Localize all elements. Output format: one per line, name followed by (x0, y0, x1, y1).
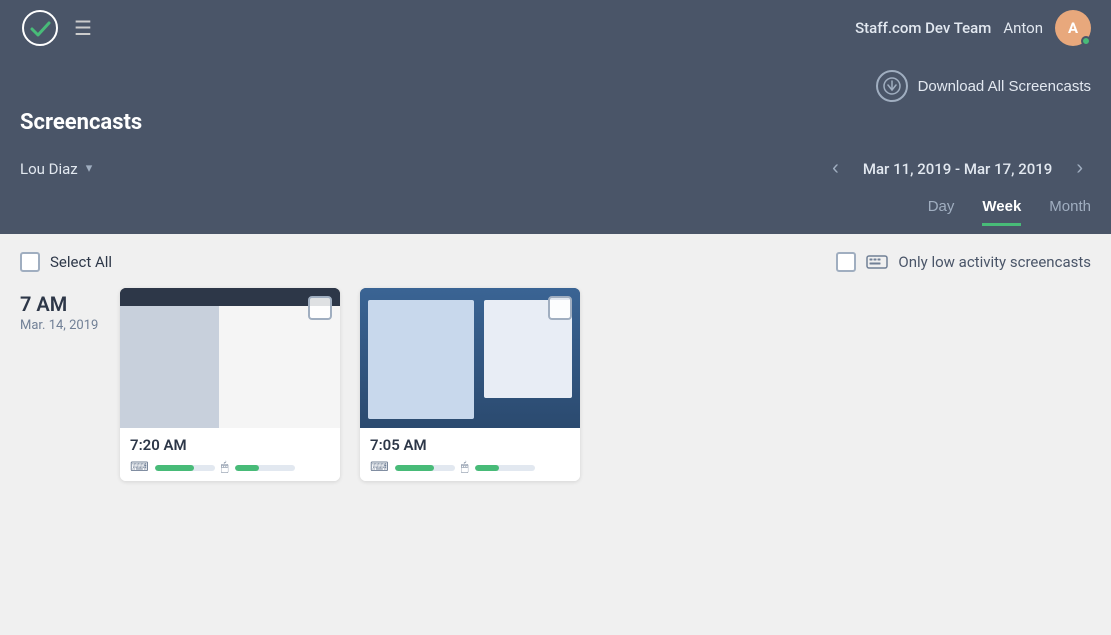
select-all-wrap[interactable]: Select All (20, 252, 112, 272)
controls-row: Lou Diaz ▾ ‹ Mar 11, 2019 - Mar 17, 2019… (20, 145, 1091, 184)
tab-week[interactable]: Week (982, 198, 1021, 226)
team-name: Staff.com Dev Team (855, 19, 991, 37)
navbar: ☰ Staff.com Dev Team Anton A (0, 0, 1111, 56)
card-time-1: 7:20 AM (130, 436, 330, 454)
next-date-button[interactable]: › (1068, 153, 1091, 184)
top-section-spacer (20, 226, 1091, 234)
mouse-stat-icon-1: 🖱 (221, 460, 229, 475)
tab-day[interactable]: Day (928, 198, 955, 226)
time-label: 7 AM (20, 292, 120, 316)
mouse-stat-fill-2 (475, 465, 499, 471)
keyboard-stat-bar-2 (395, 465, 455, 471)
user-name: Anton (1003, 19, 1043, 37)
selected-user-label: Lou Diaz (20, 160, 78, 178)
card-checkbox-1[interactable] (308, 296, 332, 320)
date-range-label: Mar 11, 2019 - Mar 17, 2019 (863, 160, 1053, 178)
content-area: Select All Only low activity screencasts… (0, 234, 1111, 481)
keyboard-stat-fill-2 (395, 465, 434, 471)
card-info-1: 7:20 AM ⌨ 🖱 (120, 428, 340, 481)
navbar-right: Staff.com Dev Team Anton A (855, 10, 1091, 46)
download-icon (876, 70, 908, 102)
select-all-checkbox[interactable] (20, 252, 40, 272)
download-bar: Download All Screencasts (20, 56, 1091, 110)
low-activity-icon (866, 255, 888, 269)
thumb-2-panel-left (368, 300, 474, 419)
time-label-col: 7 AM Mar. 14, 2019 (20, 288, 120, 481)
thumb-sidebar (120, 306, 219, 428)
filter-bar: Select All Only low activity screencasts (20, 252, 1091, 272)
mouse-stat-icon-2: 🖱 (461, 460, 469, 475)
card-thumbnail-2[interactable] (360, 288, 580, 428)
download-all-button[interactable]: Download All Screencasts (876, 70, 1091, 102)
card-thumbnail-1[interactable] (120, 288, 340, 428)
online-indicator (1081, 36, 1091, 46)
card-stats-2: ⌨ 🖱 (370, 460, 570, 475)
page-title: Screencasts (20, 110, 142, 135)
low-activity-checkbox[interactable] (836, 252, 856, 272)
date-label: Mar. 14, 2019 (20, 318, 120, 333)
screencast-card-2: 7:05 AM ⌨ 🖱 (360, 288, 580, 481)
chevron-down-icon: ▾ (86, 161, 93, 176)
user-dropdown[interactable]: Lou Diaz ▾ (20, 160, 92, 178)
card-stats-1: ⌨ 🖱 (130, 460, 330, 475)
prev-date-button[interactable]: ‹ (824, 153, 847, 184)
avatar-initial: A (1068, 19, 1078, 37)
mouse-stat-bar-1 (235, 465, 295, 471)
keyboard-stat-bar-1 (155, 465, 215, 471)
mouse-stat-bar-2 (475, 465, 535, 471)
keyboard-stat-fill-1 (155, 465, 194, 471)
thumb-main (219, 306, 340, 428)
screencast-card: 7:20 AM ⌨ 🖱 (120, 288, 340, 481)
menu-icon[interactable]: ☰ (74, 16, 92, 40)
cards-row: 7:20 AM ⌨ 🖱 (120, 288, 580, 481)
date-navigator: ‹ Mar 11, 2019 - Mar 17, 2019 › (824, 153, 1091, 184)
card-time-2: 7:05 AM (370, 436, 570, 454)
download-all-label: Download All Screencasts (918, 78, 1091, 95)
card-checkbox-2[interactable] (548, 296, 572, 320)
mouse-stat-fill-1 (235, 465, 259, 471)
avatar[interactable]: A (1055, 10, 1091, 46)
select-all-label: Select All (50, 253, 112, 271)
screencasts-grid: 7 AM Mar. 14, 2019 7:20 AM ⌨ (20, 288, 1091, 481)
tab-month[interactable]: Month (1049, 198, 1091, 226)
top-section: Download All Screencasts Screencasts Lou… (0, 56, 1111, 234)
app-logo[interactable] (20, 8, 60, 48)
keyboard-stat-icon-2: ⌨ (370, 460, 389, 475)
low-activity-label: Only low activity screencasts (898, 253, 1091, 271)
keyboard-stat-icon-1: ⌨ (130, 460, 149, 475)
low-activity-wrap[interactable]: Only low activity screencasts (836, 252, 1091, 272)
thumbnail-content-1 (120, 306, 340, 428)
view-tabs: Day Week Month (20, 184, 1091, 226)
screencasts-header: Screencasts (20, 110, 1091, 145)
card-info-2: 7:05 AM ⌨ 🖱 (360, 428, 580, 481)
